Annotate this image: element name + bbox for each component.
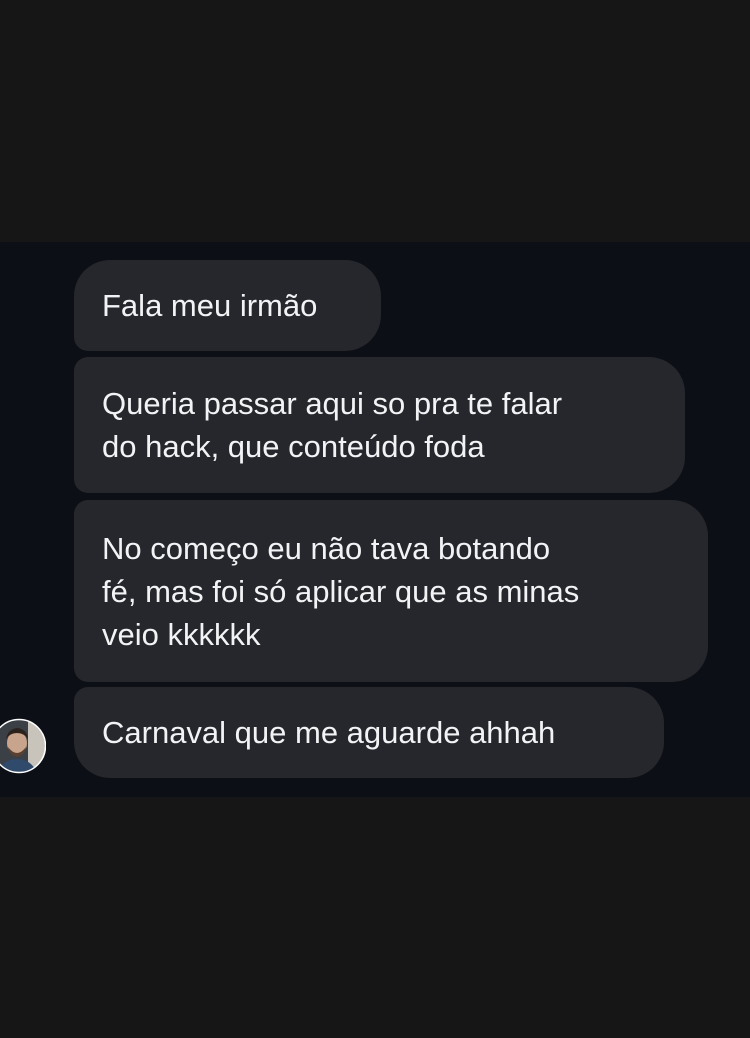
- message-bubble-3[interactable]: No começo eu não tava botando fé, mas fo…: [74, 500, 708, 682]
- message-bubble-2[interactable]: Queria passar aqui so pra te falar do ha…: [74, 357, 685, 493]
- bottom-dark-area: [0, 797, 750, 1038]
- message-bubble-1[interactable]: Fala meu irmão: [74, 260, 381, 351]
- sender-avatar[interactable]: [0, 713, 46, 779]
- message-bubble-4[interactable]: Carnaval que me aguarde ahhah: [74, 687, 664, 778]
- user-avatar-icon: [0, 718, 46, 774]
- message-text-2: Queria passar aqui so pra te falar do ha…: [102, 386, 563, 464]
- message-text-4: Carnaval que me aguarde ahhah: [102, 715, 556, 750]
- top-dark-area: [0, 0, 750, 242]
- message-text-1: Fala meu irmão: [102, 288, 318, 323]
- message-text-3: No começo eu não tava botando fé, mas fo…: [102, 530, 580, 652]
